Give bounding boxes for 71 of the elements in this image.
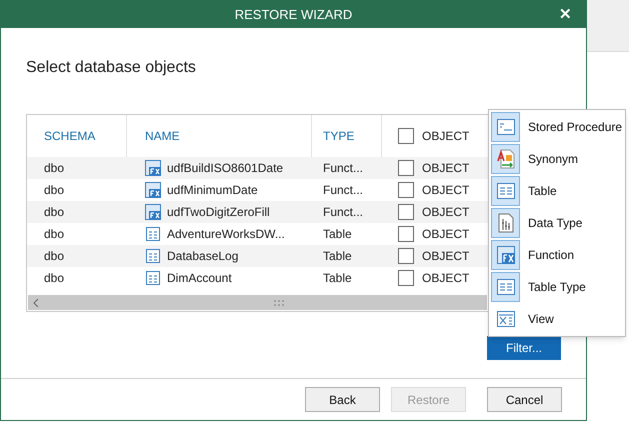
table-cell-text: OBJECT bbox=[422, 182, 470, 199]
view-icon bbox=[494, 308, 516, 330]
function-icon bbox=[145, 182, 161, 198]
table-cell-text: OBJECT bbox=[422, 204, 470, 221]
checkbox[interactable] bbox=[398, 248, 414, 264]
filter-menu-item[interactable]: Function bbox=[489, 239, 625, 271]
table-cell-text: udfBuildISO8601Date bbox=[167, 160, 284, 177]
table-cell-text: dbo bbox=[43, 248, 66, 265]
table-icon bbox=[145, 270, 161, 286]
table-cell-text: dbo bbox=[43, 270, 66, 287]
table-cell-text: DatabaseLog bbox=[167, 248, 238, 265]
table-cell-text: Funct... bbox=[322, 160, 364, 177]
table-icon bbox=[145, 226, 161, 242]
item-label: Function bbox=[528, 247, 574, 264]
background-panel bbox=[587, 0, 629, 52]
table-cell-text: Funct... bbox=[322, 182, 364, 199]
filter-menu-item[interactable]: Data Type bbox=[489, 207, 625, 239]
filter-menu-item[interactable]: Table Type bbox=[489, 271, 625, 303]
table-cell-text: Table bbox=[322, 226, 353, 243]
scroll-left-icon[interactable] bbox=[33, 298, 39, 306]
table-cell-text: udfMinimumDate bbox=[167, 182, 258, 199]
filter-button[interactable]: Filter... bbox=[487, 336, 561, 360]
footer-button[interactable]: Back bbox=[305, 387, 380, 412]
function-icon bbox=[145, 204, 161, 220]
footer-button[interactable]: Cancel bbox=[487, 387, 562, 412]
table-cell-text: OBJECT bbox=[422, 270, 470, 287]
table-cell-text: OBJECT bbox=[422, 248, 470, 265]
table-cell-text: dbo bbox=[43, 226, 66, 243]
table-cell-text: dbo bbox=[43, 160, 66, 177]
table-cell-text: DimAccount bbox=[167, 270, 232, 287]
table-row[interactable]: dbo udfTwoDigitZeroFill Funct... OBJECT bbox=[27, 201, 488, 223]
filter-menu-item[interactable]: View bbox=[489, 303, 625, 335]
checkbox[interactable] bbox=[398, 128, 414, 144]
table-row[interactable]: dbo udfBuildISO8601Date Funct... OBJECT bbox=[27, 157, 488, 179]
function-icon bbox=[145, 160, 161, 176]
function-icon bbox=[494, 244, 516, 266]
item-label: Data Type bbox=[528, 215, 582, 232]
checkbox[interactable] bbox=[398, 270, 414, 286]
synonym-icon bbox=[494, 148, 516, 170]
item-label: View bbox=[528, 311, 554, 328]
table-cell-text: dbo bbox=[43, 204, 66, 221]
checkbox[interactable] bbox=[398, 204, 414, 220]
table-cell-text: AdventureWorksDW... bbox=[167, 226, 285, 243]
item-label: Synonym bbox=[528, 151, 578, 168]
table-cell-text: Table bbox=[322, 270, 353, 287]
checkbox[interactable] bbox=[398, 160, 414, 176]
filter-menu-item[interactable]: Table bbox=[489, 175, 625, 207]
table-icon bbox=[494, 180, 516, 202]
filter-menu-item[interactable]: Synonym bbox=[489, 143, 625, 175]
grip-icon bbox=[274, 300, 284, 306]
checkbox[interactable] bbox=[398, 182, 414, 198]
window-title: RESTORE WIZARD bbox=[234, 6, 352, 24]
close-button[interactable]: ✕ bbox=[559, 4, 572, 26]
item-label: Table Type bbox=[528, 279, 586, 296]
checkbox[interactable] bbox=[398, 226, 414, 242]
table-icon bbox=[145, 248, 161, 264]
item-label: Table bbox=[528, 183, 557, 200]
column-header[interactable]: OBJECT bbox=[422, 127, 470, 145]
filter-menu-item[interactable]: Stored Procedure bbox=[489, 111, 625, 143]
item-label: Stored Procedure bbox=[528, 119, 622, 136]
table-icon bbox=[494, 276, 516, 298]
table-row[interactable]: dbo DatabaseLog Table OBJECT bbox=[27, 245, 488, 267]
page-heading: Select database objects bbox=[26, 58, 197, 78]
procedure-icon bbox=[494, 116, 516, 138]
table-cell-text: OBJECT bbox=[422, 226, 470, 243]
table-cell-text: Table bbox=[322, 248, 353, 265]
table-cell-text: Funct... bbox=[322, 204, 364, 221]
table-cell-text: dbo bbox=[43, 182, 66, 199]
column-header[interactable]: SCHEMA bbox=[27, 127, 126, 145]
table-cell-text: OBJECT bbox=[422, 160, 470, 177]
table-cell-text: udfTwoDigitZeroFill bbox=[167, 204, 270, 221]
